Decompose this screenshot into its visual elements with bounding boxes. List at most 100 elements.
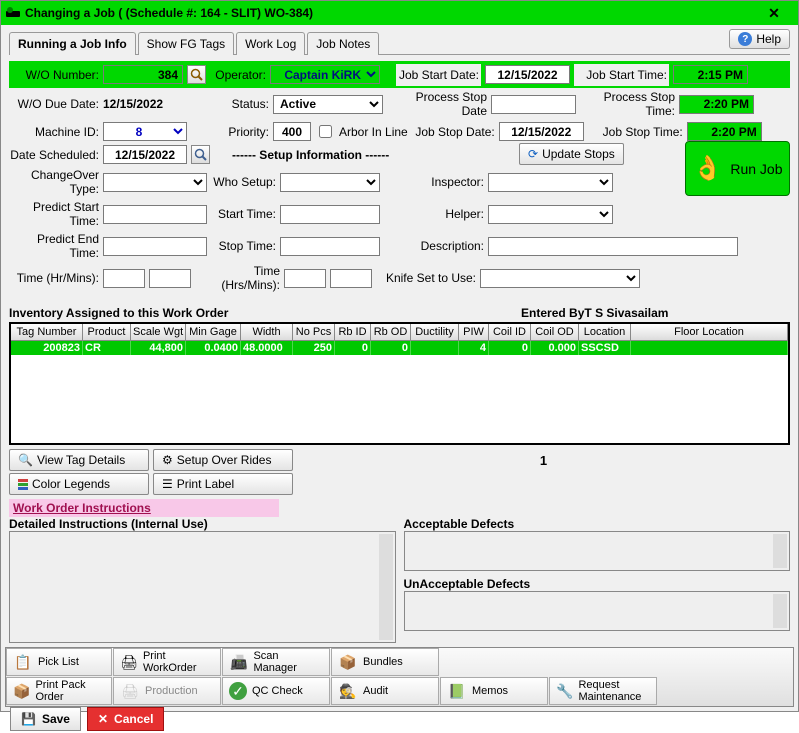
process-stop-time-input[interactable] <box>679 95 754 114</box>
col-scale-wgt[interactable]: Scale Wgt <box>131 324 186 340</box>
app-icon <box>5 5 21 21</box>
tab-work-log[interactable]: Work Log <box>236 32 305 55</box>
setup-overrides-button[interactable]: ⚙ Setup Over Rides <box>153 449 293 471</box>
wo-number-input[interactable] <box>103 65 183 84</box>
box-icon: 📦 <box>338 652 358 672</box>
memos-button[interactable]: 📗Memos <box>440 677 548 705</box>
predict-end-input[interactable] <box>103 237 207 256</box>
col-rb-od[interactable]: Rb OD <box>371 324 411 340</box>
print-pack-order-button[interactable]: 📦Print Pack Order <box>6 677 112 705</box>
qc-check-button[interactable]: ✓QC Check <box>222 677 330 705</box>
job-start-time-label: Job Start Time: <box>574 64 669 86</box>
col-rb-id[interactable]: Rb ID <box>335 324 371 340</box>
scan-manager-button[interactable]: 📠Scan Manager <box>222 648 330 676</box>
unacceptable-defects-textarea[interactable] <box>404 591 791 631</box>
start-time-input[interactable] <box>280 205 380 224</box>
detailed-instr-label: Detailed Instructions (Internal Use) <box>9 517 396 531</box>
tab-running-job-info[interactable]: Running a Job Info <box>9 32 136 55</box>
description-input[interactable] <box>488 237 738 256</box>
col-ductility[interactable]: Ductility <box>411 324 459 340</box>
who-setup-select[interactable] <box>280 173 380 192</box>
predict-start-input[interactable] <box>103 205 207 224</box>
job-stop-date-input[interactable] <box>499 122 584 141</box>
arbor-checkbox[interactable] <box>319 125 332 138</box>
cancel-button[interactable]: ✕Cancel <box>87 707 164 731</box>
col-width[interactable]: Width <box>241 324 293 340</box>
job-start-time-input[interactable] <box>673 65 748 84</box>
time-hr-input[interactable] <box>103 269 145 288</box>
stop-time-input[interactable] <box>280 237 380 256</box>
process-stop-date-input[interactable] <box>491 95 576 114</box>
acceptable-defects-textarea[interactable] <box>404 531 791 571</box>
list-icon: ☰ <box>162 477 173 491</box>
time-mins-input[interactable] <box>149 269 191 288</box>
view-tag-details-button[interactable]: 🔍 View Tag Details <box>9 449 149 471</box>
knife-set-select[interactable] <box>480 269 640 288</box>
scrollbar[interactable] <box>379 534 393 640</box>
col-tag-number[interactable]: Tag Number <box>11 324 83 340</box>
stop-time-label: Stop Time: <box>211 239 276 253</box>
close-button[interactable]: ✕ <box>754 5 794 22</box>
tab-show-fg-tags[interactable]: Show FG Tags <box>138 32 234 55</box>
col-coil-od[interactable]: Coil OD <box>531 324 579 340</box>
col-floor-location[interactable]: Floor Location <box>631 324 788 340</box>
helper-select[interactable] <box>488 205 613 224</box>
run-job-button[interactable]: 👌 Run Job <box>685 141 790 196</box>
wrench-icon: 🔧 <box>556 681 573 701</box>
help-label: Help <box>756 32 781 46</box>
detailed-instructions-textarea[interactable] <box>9 531 396 643</box>
list-icon: 📋 <box>13 652 33 672</box>
color-legends-button[interactable]: Color Legends <box>9 473 149 495</box>
col-location[interactable]: Location <box>579 324 631 340</box>
tab-job-notes[interactable]: Job Notes <box>307 32 379 55</box>
book-icon: 📗 <box>447 681 467 701</box>
changeover-select[interactable] <box>103 173 207 192</box>
scrollbar[interactable] <box>773 594 787 628</box>
col-product[interactable]: Product <box>83 324 131 340</box>
col-no-pcs[interactable]: No Pcs <box>293 324 335 340</box>
setup-time-mins-input[interactable] <box>330 269 372 288</box>
predict-start-label: Predict Start Time: <box>9 200 99 228</box>
entered-by-label: Entered ByT S Sivasailam <box>400 306 791 320</box>
wo-number-search-icon[interactable] <box>187 65 206 84</box>
update-stops-button[interactable]: ⟳ Update Stops <box>519 143 624 165</box>
table-row[interactable]: 200823 CR 44,800 0.0400 48.0000 250 0 0 … <box>11 341 788 355</box>
col-min-gage[interactable]: Min Gage <box>186 324 241 340</box>
person-icon: 🕵️ <box>338 681 358 701</box>
operator-select[interactable]: Captain KiRK <box>270 65 380 84</box>
who-setup-label: Who Setup: <box>211 175 276 189</box>
scrollbar[interactable] <box>773 534 787 568</box>
col-piw[interactable]: PIW <box>459 324 489 340</box>
setup-time-hrs-input[interactable] <box>284 269 326 288</box>
machine-id-select[interactable]: 8 <box>103 122 187 141</box>
print-label-button[interactable]: ☰ Print Label <box>153 473 293 495</box>
request-maintenance-button[interactable]: 🔧Request Maintenance <box>549 677 657 705</box>
inventory-table: Tag Number Product Scale Wgt Min Gage Wi… <box>9 322 790 445</box>
job-stop-time-input[interactable] <box>687 122 762 141</box>
date-scheduled-input[interactable] <box>103 145 187 164</box>
printer-icon: 🖨 <box>120 681 140 701</box>
check-icon: ✓ <box>229 682 247 700</box>
help-button[interactable]: ? Help <box>729 29 790 49</box>
date-scheduled-search-icon[interactable] <box>191 145 210 164</box>
printer-icon: 🖨 <box>120 652 138 672</box>
page-number: 1 <box>297 453 790 468</box>
production-button[interactable]: 🖨Production <box>113 677 221 705</box>
bundles-button[interactable]: 📦Bundles <box>331 648 439 676</box>
inspector-label: Inspector: <box>384 175 484 189</box>
time-hr-mins-label: Time (Hr/Mins): <box>9 271 99 285</box>
help-icon: ? <box>738 32 752 46</box>
priority-input[interactable] <box>273 122 311 141</box>
status-select[interactable]: Active <box>273 95 383 114</box>
inspector-select[interactable] <box>488 173 613 192</box>
save-button[interactable]: 💾Save <box>10 707 81 731</box>
setup-info-header: ------ Setup Information ------ <box>232 148 389 162</box>
job-start-date-input[interactable] <box>485 65 570 84</box>
pick-list-button[interactable]: 📋Pick List <box>6 648 112 676</box>
print-workorder-button[interactable]: 🖨Print WorkOrder <box>113 648 221 676</box>
table-header: Tag Number Product Scale Wgt Min Gage Wi… <box>11 324 788 341</box>
audit-button[interactable]: 🕵️Audit <box>331 677 439 705</box>
knife-set-label: Knife Set to Use: <box>376 271 476 285</box>
col-coil-id[interactable]: Coil ID <box>489 324 531 340</box>
arbor-label: Arbor In Line <box>339 125 408 139</box>
